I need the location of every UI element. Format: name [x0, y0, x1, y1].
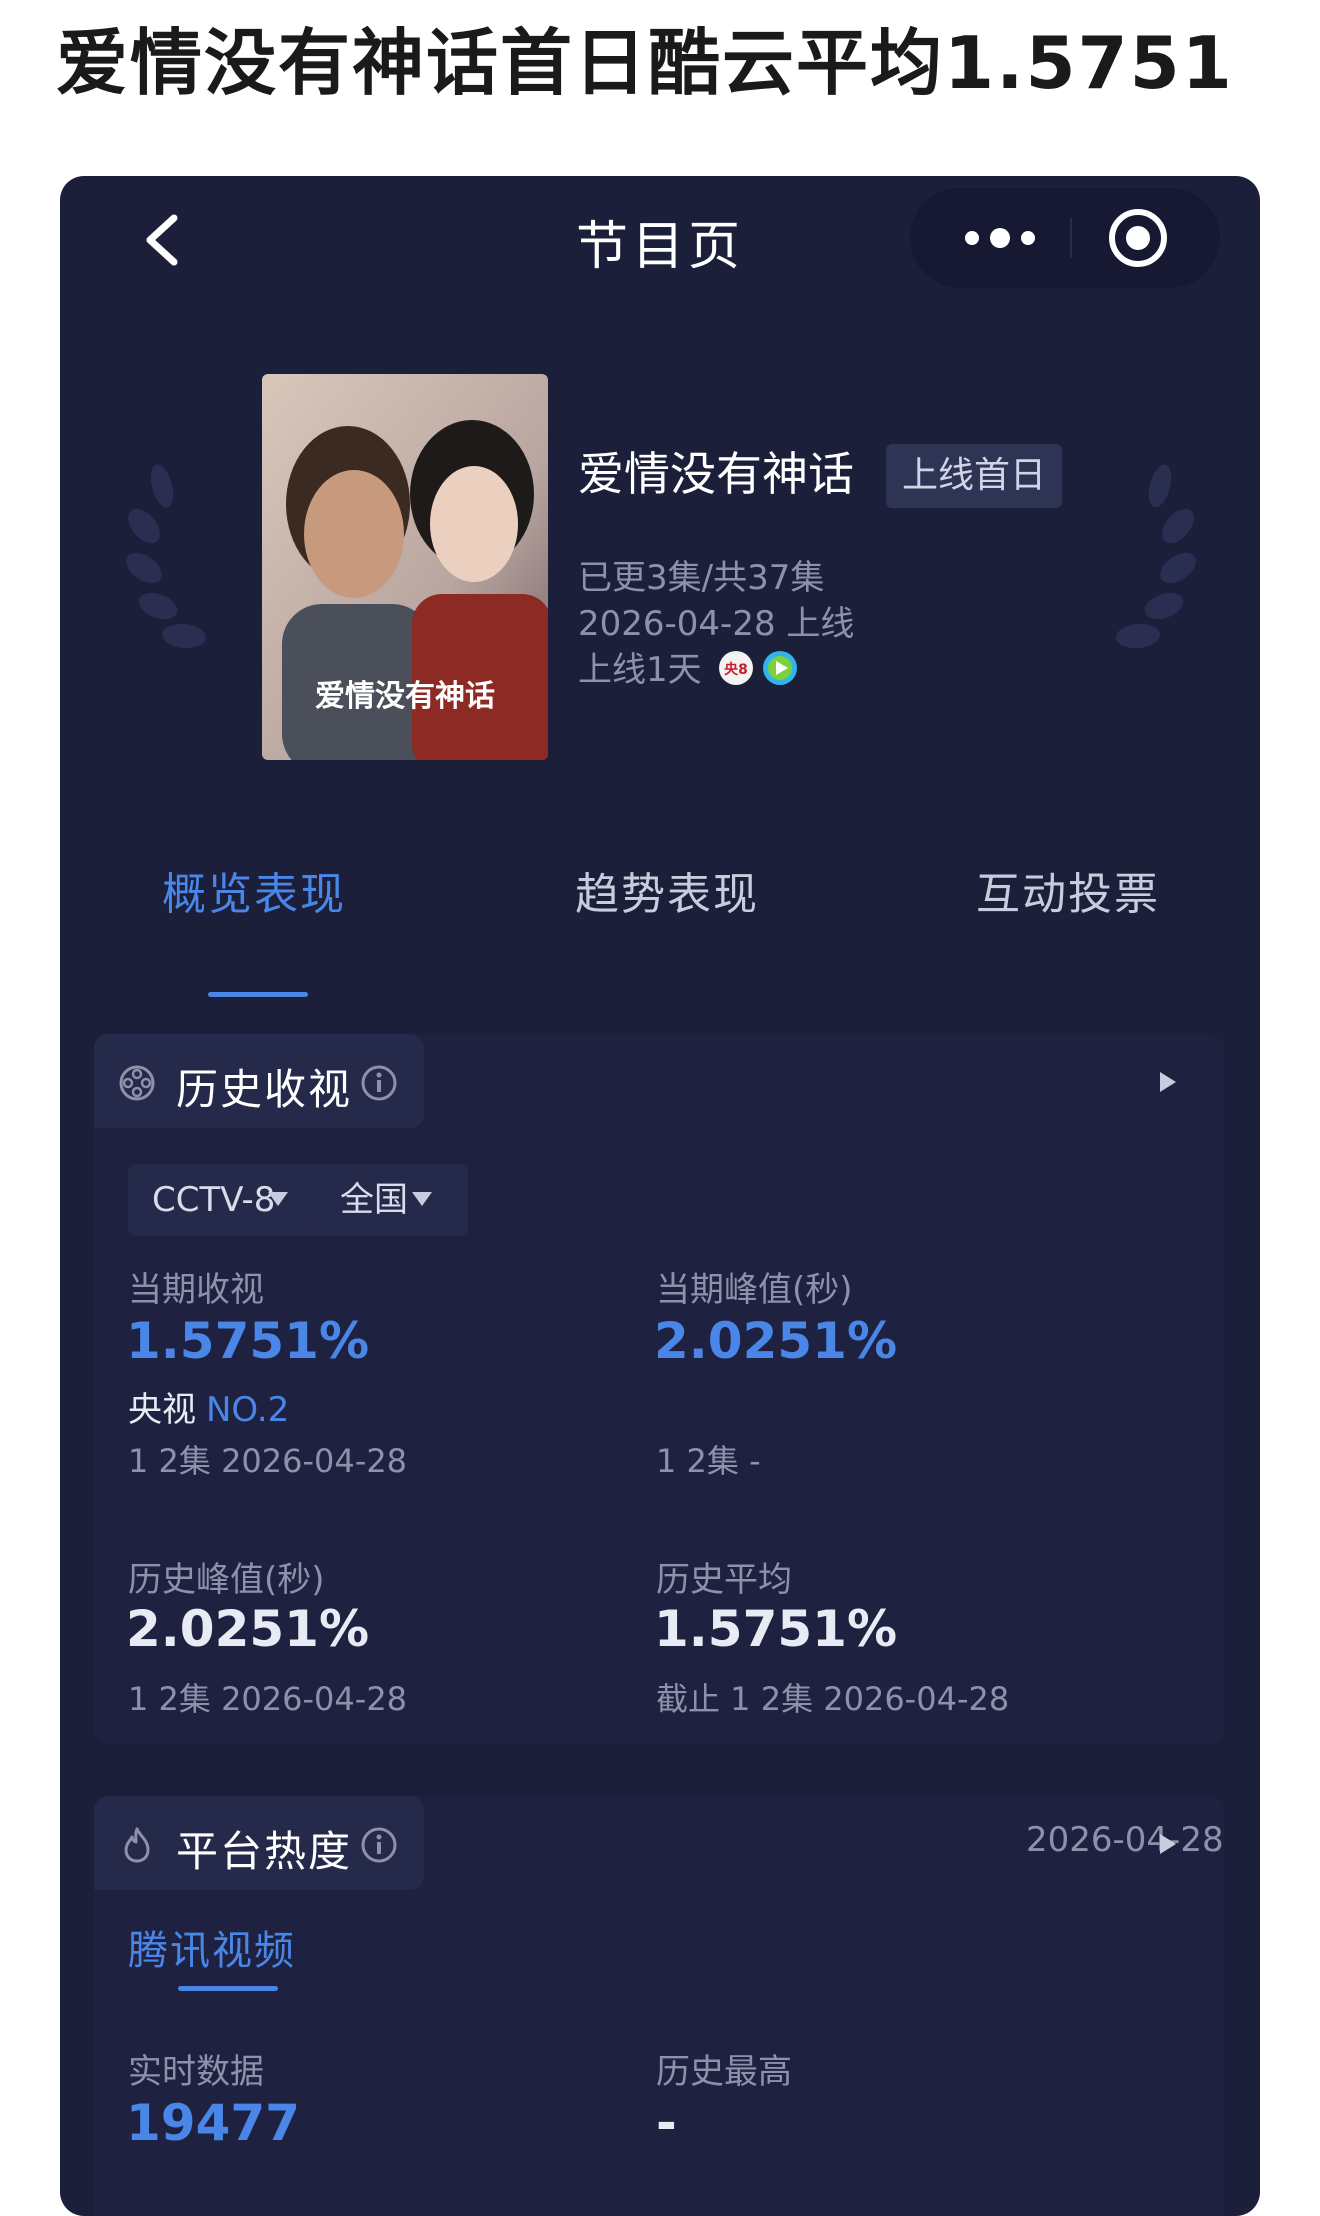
- current-rating-sub: 1 2集 2026-04-28: [128, 1442, 408, 1480]
- film-reel-icon: [119, 1065, 155, 1101]
- channel-selector-label: CCTV-8: [152, 1180, 276, 1220]
- heat-section-title: 平台热度: [176, 1827, 353, 1876]
- platform-tab-indicator: [178, 1986, 278, 1991]
- status-badge: 上线首日: [886, 444, 1063, 508]
- flame-icon: [124, 1827, 150, 1863]
- rank-value: NO.2: [206, 1390, 290, 1430]
- history-avg-value: 1.5751%: [654, 1600, 898, 1658]
- show-title: 爱情没有神话: [578, 447, 854, 501]
- history-high-value: -: [656, 2094, 677, 2152]
- target-icon[interactable]: [1106, 206, 1170, 270]
- svg-text:央8: 央8: [724, 661, 748, 678]
- history-peak-label: 历史峰值(秒): [128, 1560, 325, 1600]
- rank-prefix: 央视: [128, 1390, 196, 1430]
- expand-arrow-icon[interactable]: [1158, 1832, 1178, 1856]
- info-icon[interactable]: [360, 1064, 398, 1102]
- history-avg-label: 历史平均: [656, 1560, 792, 1600]
- tab-trend[interactable]: 趋势表现: [575, 858, 759, 922]
- cctv-rank: 央视 NO.2: [128, 1382, 289, 1431]
- current-rating-label: 当期收视: [128, 1270, 264, 1310]
- history-peak-value: 2.0251%: [126, 1600, 370, 1658]
- info-icon[interactable]: [360, 1826, 398, 1864]
- current-peak-label: 当期峰值(秒): [656, 1270, 853, 1310]
- heat-date[interactable]: 2026-04-28: [1026, 1820, 1224, 1860]
- poster-caption: 爱情没有神话: [315, 680, 495, 713]
- history-section-header: 历史收视: [94, 1034, 424, 1128]
- tab-vote[interactable]: 互动投票: [976, 858, 1160, 922]
- episode-count: 已更3集/共37集: [578, 558, 825, 598]
- show-poster[interactable]: 爱情没有神话: [262, 374, 548, 760]
- capsule-menu: [910, 188, 1220, 288]
- current-peak-sub: 1 2集 -: [656, 1442, 761, 1480]
- online-days: 上线1天: [578, 650, 702, 690]
- laurel-left-icon: [126, 464, 206, 649]
- navbar: 节目页: [60, 176, 1260, 296]
- more-dots-icon[interactable]: [950, 220, 1050, 256]
- dropdown-arrow-icon: [412, 1192, 432, 1206]
- expand-arrow-icon[interactable]: [1158, 1070, 1178, 1094]
- history-high-label: 历史最高: [656, 2052, 792, 2092]
- mini-program-screen: 节目页 爱情没有神话 爱情没有神话 上线首日 已更3集/共37集 2026-04…: [60, 176, 1260, 2216]
- history-section-title: 历史收视: [176, 1065, 353, 1114]
- tencent-video-logo-icon: [763, 651, 797, 685]
- realtime-label: 实时数据: [128, 2052, 264, 2092]
- region-selector-label: 全国: [340, 1180, 408, 1220]
- laurel-right-icon: [1116, 464, 1196, 649]
- active-tab-indicator: [208, 992, 308, 997]
- platform-heat-card: 平台热度 2026-04-28 腾讯视频 实时数据 19477 历史最高 -: [94, 1796, 1224, 2216]
- history-avg-sub: 截止 1 2集 2026-04-28: [656, 1680, 1010, 1718]
- dropdown-arrow-icon: [268, 1192, 288, 1206]
- capsule-divider: [1070, 218, 1072, 258]
- region-selector[interactable]: 全国: [316, 1164, 468, 1236]
- platform-tab-tencent[interactable]: 腾讯视频: [128, 1918, 296, 1976]
- page-headline: 爱情没有神话首日酷云平均1.5751: [56, 21, 1234, 105]
- history-ratings-card: 历史收视 CCTV-8 全国 当期收视 1.5751% 央视 NO.2 1 2集 …: [94, 1034, 1224, 1744]
- heat-section-header: 平台热度: [94, 1796, 424, 1890]
- realtime-value: 19477: [126, 2094, 300, 2152]
- current-rating-value: 1.5751%: [126, 1312, 370, 1370]
- release-date: 2026-04-28 上线: [578, 604, 855, 644]
- current-peak-value: 2.0251%: [654, 1312, 898, 1370]
- cctv8-logo-icon: 央8: [719, 651, 753, 685]
- channel-selector[interactable]: CCTV-8: [128, 1164, 326, 1236]
- tab-bar: 概览表现 趋势表现 互动投票: [60, 858, 1260, 978]
- history-peak-sub: 1 2集 2026-04-28: [128, 1680, 408, 1718]
- tab-overview[interactable]: 概览表现: [162, 858, 346, 922]
